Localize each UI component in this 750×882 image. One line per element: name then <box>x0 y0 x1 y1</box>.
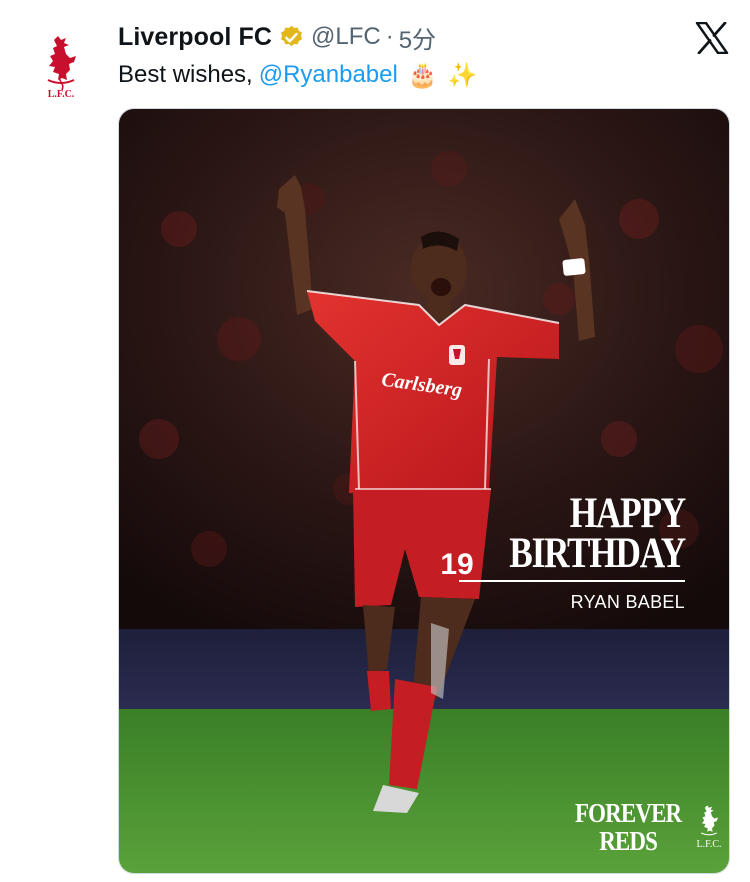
sparkles-icon: ✨ <box>447 61 478 89</box>
liverbird-crest-icon: L.F.C. <box>47 36 76 100</box>
forever-reds-text: FOREVER REDS <box>575 798 682 856</box>
verified-badge-icon <box>281 25 302 46</box>
separator-dot: · <box>385 23 394 50</box>
shirt-crest-icon <box>449 345 465 365</box>
avatar-label: L.F.C. <box>48 89 75 100</box>
player-name: RYAN BABEL <box>570 592 685 612</box>
forever-reds-logo: FOREVER REDS L.F.C. <box>575 799 724 855</box>
headline-birthday: BIRTHDAY <box>509 530 686 577</box>
tweet-media-image[interactable]: Carlsberg 19 HAPPY BIRTHDAY RYAN BABEL F… <box>118 108 730 874</box>
footer-crest-label: L.F.C. <box>696 839 722 850</box>
lfc-avatar[interactable]: L.F.C. <box>36 34 86 100</box>
headline-divider <box>459 580 685 582</box>
headline-happy: HAPPY <box>569 490 687 537</box>
reds-line: REDS <box>599 826 658 856</box>
birthday-cake-icon: 🎂 <box>407 61 438 89</box>
author-handle[interactable]: @LFC <box>311 23 381 51</box>
forever-line: FOREVER <box>575 798 682 828</box>
x-logo-icon[interactable] <box>695 21 729 55</box>
tweet-text: Best wishes, @Ryanbabel 🎂 ✨ <box>118 56 478 94</box>
mention-link[interactable]: @Ryanbabel <box>259 61 398 89</box>
timestamp[interactable]: 5分 <box>399 20 436 55</box>
tweet-header: Liverpool FC @LFC · 5分 <box>118 18 436 56</box>
footer-liverbird-icon: L.F.C. <box>694 801 724 850</box>
tweet-text-prefix: Best wishes, <box>118 61 253 88</box>
birthday-headline: HAPPY BIRTHDAY RYAN BABEL <box>459 490 687 613</box>
author-display-name[interactable]: Liverpool FC <box>118 23 272 52</box>
